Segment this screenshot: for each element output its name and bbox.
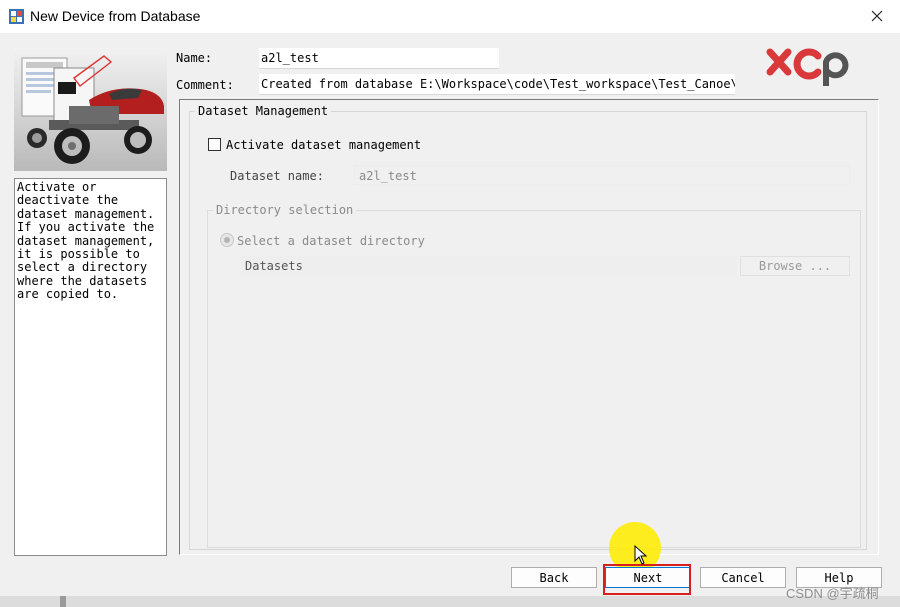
back-button[interactable]: Back — [511, 567, 597, 588]
dataset-management-title: Dataset Management — [195, 104, 332, 118]
comment-label: Comment: — [176, 78, 234, 92]
xcp-logo — [766, 48, 849, 86]
window-title: New Device from Database — [30, 8, 201, 24]
background-window-strip — [0, 596, 900, 607]
datasets-label: Datasets — [245, 259, 303, 273]
dataset-name-label: Dataset name: — [230, 169, 324, 183]
title-bar: New Device from Database — [0, 0, 900, 33]
next-button-annotation — [603, 564, 691, 595]
select-directory-label[interactable]: Select a dataset directory — [237, 234, 425, 248]
directory-selection-title: Directory selection — [213, 203, 357, 217]
browse-button[interactable]: Browse ... — [740, 256, 850, 276]
dataset-name-field[interactable]: a2l_test — [354, 165, 850, 185]
activate-dataset-label[interactable]: Activate dataset management — [226, 138, 421, 152]
datasets-path-field[interactable] — [241, 256, 737, 276]
cancel-button[interactable]: Cancel — [700, 567, 786, 588]
help-text-panel: Activate or deactivate the dataset manag… — [14, 178, 167, 556]
mouse-cursor-icon — [634, 545, 648, 565]
watermark: CSDN @宇疏桐 — [786, 586, 879, 601]
name-label: Name: — [176, 51, 213, 65]
help-text: Activate or deactivate the dataset manag… — [17, 180, 155, 302]
app-icon — [9, 9, 24, 24]
close-button[interactable] — [854, 0, 900, 33]
device-illustration — [14, 48, 167, 171]
name-field[interactable]: a2l_test — [259, 48, 499, 69]
select-directory-radio[interactable] — [220, 233, 234, 247]
activate-dataset-checkbox[interactable] — [208, 138, 221, 151]
close-icon — [871, 10, 883, 22]
comment-field[interactable]: Created from database E:\Workspace\code\… — [259, 74, 735, 95]
